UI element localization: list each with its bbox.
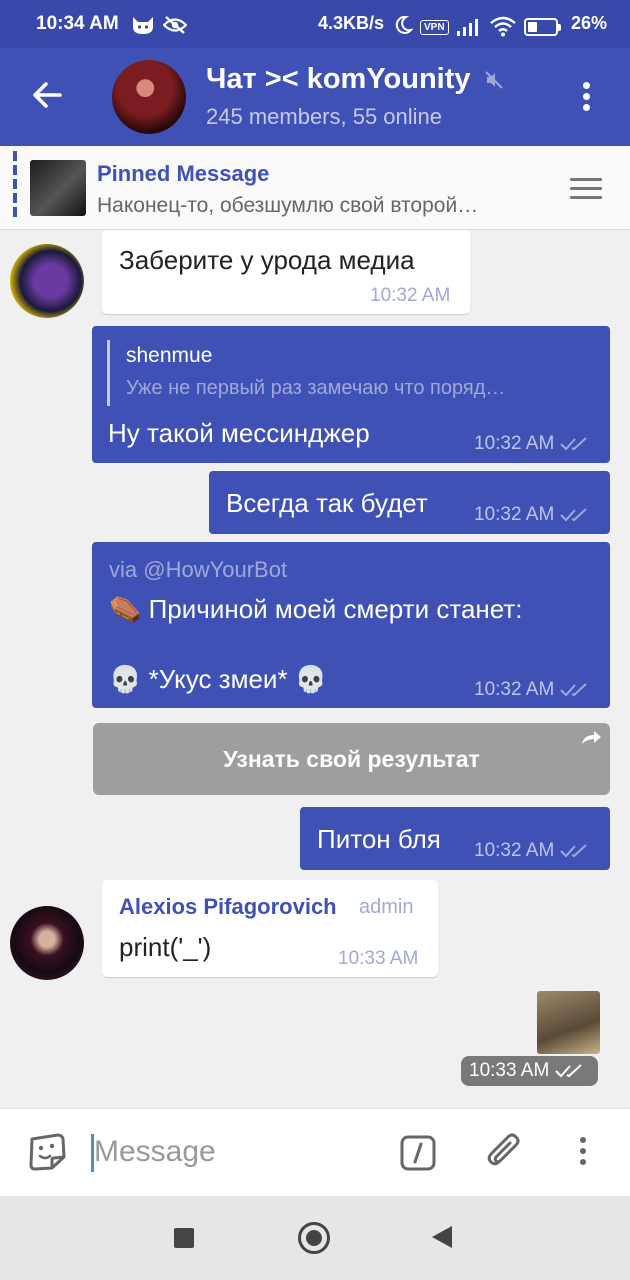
message-text: Ну такой мессинджер <box>108 418 370 448</box>
signal-icon <box>457 19 478 36</box>
back-arrow-icon[interactable] <box>30 78 64 112</box>
double-check-icon <box>560 683 587 697</box>
pinned-text: Наконец-то, обезшумлю свой второй… <box>97 194 479 217</box>
status-bar: 10:34 AM 4.3KB/s VPN 26% <box>0 0 630 48</box>
message-bubble-outgoing[interactable]: via @HowYourBot ⚰️ Причиной моей смерти … <box>92 542 610 708</box>
message-bubble-incoming[interactable]: Alexios Pifagorovich admin print('_') 10… <box>102 880 438 977</box>
battery-icon <box>524 18 561 36</box>
more-menu-icon[interactable] <box>580 82 592 116</box>
pinned-thumbnail <box>30 160 86 216</box>
double-check-icon <box>560 508 587 522</box>
message-time: 10:33 AM <box>461 1056 598 1086</box>
message-time: 10:33 AM <box>338 948 419 969</box>
via-bot-label[interactable]: via @HowYourBot <box>109 557 287 583</box>
sender-name[interactable]: Alexios Pifagorovich <box>119 894 337 920</box>
cat-icon <box>133 17 153 34</box>
pinned-list-icon[interactable] <box>570 178 602 200</box>
reply-sender: shenmue <box>126 344 213 367</box>
message-text: Всегда так будет <box>226 488 428 518</box>
chat-members[interactable]: 245 members, 55 online <box>206 104 442 130</box>
message-text: Заберите у урода медиа <box>119 245 415 275</box>
message-composer <box>0 1108 630 1196</box>
nav-back-icon[interactable] <box>432 1226 452 1248</box>
message-text: print('_') <box>119 932 212 962</box>
message-input[interactable] <box>94 1135 374 1169</box>
double-check-icon <box>555 1064 582 1078</box>
network-speed: 4.3KB/s <box>318 13 385 33</box>
double-check-icon <box>560 844 587 858</box>
status-time: 10:34 AM <box>36 13 119 34</box>
inline-button-label: Узнать свой результат <box>223 746 480 772</box>
message-bubble-outgoing[interactable]: shenmue Уже не первый раз замечаю что по… <box>92 326 610 463</box>
message-bubble-incoming[interactable]: Заберите у урода медиа 10:32 AM <box>102 230 470 314</box>
bot-command-icon[interactable] <box>400 1135 436 1171</box>
share-arrow-icon <box>582 731 601 744</box>
reply-quote-bar <box>107 340 110 406</box>
inline-result-button[interactable]: Узнать свой результат <box>93 723 610 795</box>
eye-off-icon <box>163 16 187 34</box>
pinned-title: Pinned Message <box>97 161 270 186</box>
pinned-message[interactable]: Pinned Message Наконец-то, обезшумлю сво… <box>0 146 630 230</box>
system-nav-bar <box>0 1196 630 1280</box>
message-time: 10:32 AM <box>474 840 590 862</box>
composer-more-icon[interactable] <box>577 1137 589 1171</box>
reply-text: Уже не первый раз замечаю что поряд… <box>126 377 506 399</box>
avatar[interactable] <box>10 244 84 318</box>
double-check-icon <box>560 437 587 451</box>
mute-icon <box>485 71 503 89</box>
message-bubble-outgoing[interactable]: Питон бля 10:32 AM <box>300 807 610 870</box>
message-time: 10:32 AM <box>474 679 590 701</box>
message-text-line2: 💀 *Укус змеи* 💀 <box>109 664 328 694</box>
battery-percent: 26% <box>571 13 608 33</box>
pinned-indicator <box>13 151 17 221</box>
home-icon[interactable] <box>298 1222 330 1254</box>
message-text-line1: ⚰️ Причиной моей смерти станет: <box>109 594 523 624</box>
avatar[interactable] <box>10 906 84 980</box>
wifi-icon <box>490 16 516 37</box>
attach-icon[interactable] <box>486 1133 524 1173</box>
message-text: Питон бля <box>317 824 441 854</box>
message-time: 10:32 AM <box>370 285 451 306</box>
chat-title[interactable]: Чат >< komYounity <box>206 63 471 96</box>
admin-badge: admin <box>359 896 414 918</box>
vpn-icon: VPN <box>420 20 449 35</box>
message-time: 10:32 AM <box>474 504 590 526</box>
moon-icon <box>395 15 413 34</box>
photo-thumbnail[interactable] <box>537 991 600 1054</box>
message-time: 10:32 AM <box>474 433 590 455</box>
chat-avatar[interactable] <box>112 60 186 134</box>
chat-header: Чат >< komYounity 245 members, 55 online <box>0 48 630 146</box>
message-bubble-outgoing[interactable]: Всегда так будет 10:32 AM <box>209 471 610 534</box>
sticker-emoji-icon[interactable] <box>26 1131 68 1173</box>
recent-apps-icon[interactable] <box>174 1228 194 1248</box>
